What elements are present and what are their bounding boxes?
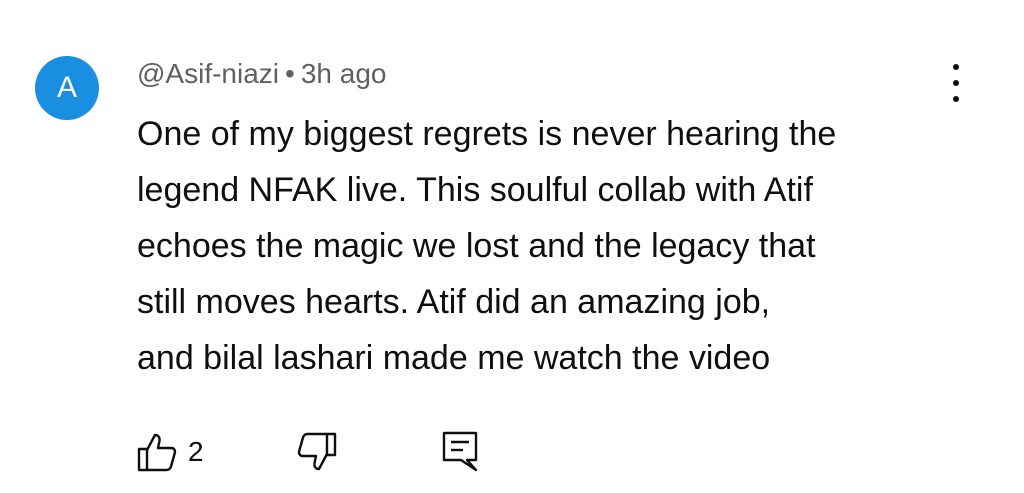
comment-time[interactable]: 3h ago: [301, 58, 387, 89]
like-count: 2: [188, 436, 204, 467]
comment-text-line: echoes the magic we lost and the legacy …: [137, 227, 816, 265]
meta-separator: •: [285, 58, 295, 89]
more-vertical-icon-dot: [953, 96, 959, 102]
comment-body: One of my biggest regrets is never heari…: [137, 106, 957, 386]
comment-text-line: and bilal lashari made me watch the vide…: [137, 339, 771, 377]
avatar[interactable]: A: [35, 56, 99, 120]
reply-button[interactable]: [441, 430, 481, 474]
dislike-button[interactable]: [296, 430, 338, 474]
comment-header: @Asif-niazi • 3h ago: [137, 54, 386, 94]
more-vertical-icon-dot: [953, 80, 959, 86]
thumbs-down-icon: [297, 432, 337, 471]
thumbs-up-icon: [137, 433, 177, 472]
avatar-letter: A: [56, 71, 77, 104]
reply-comment-icon: [442, 431, 478, 472]
comment-text-line: legend NFAK live. This soulful collab wi…: [137, 171, 813, 209]
comment-text-line: still moves hearts. Atif did an amazing …: [137, 283, 771, 321]
author-name[interactable]: @Asif-niazi: [137, 58, 279, 89]
comment-text-line: One of my biggest regrets is never heari…: [137, 115, 837, 153]
more-options-button[interactable]: [938, 64, 974, 102]
more-vertical-icon: [953, 64, 959, 70]
like-button[interactable]: 2: [136, 430, 204, 474]
